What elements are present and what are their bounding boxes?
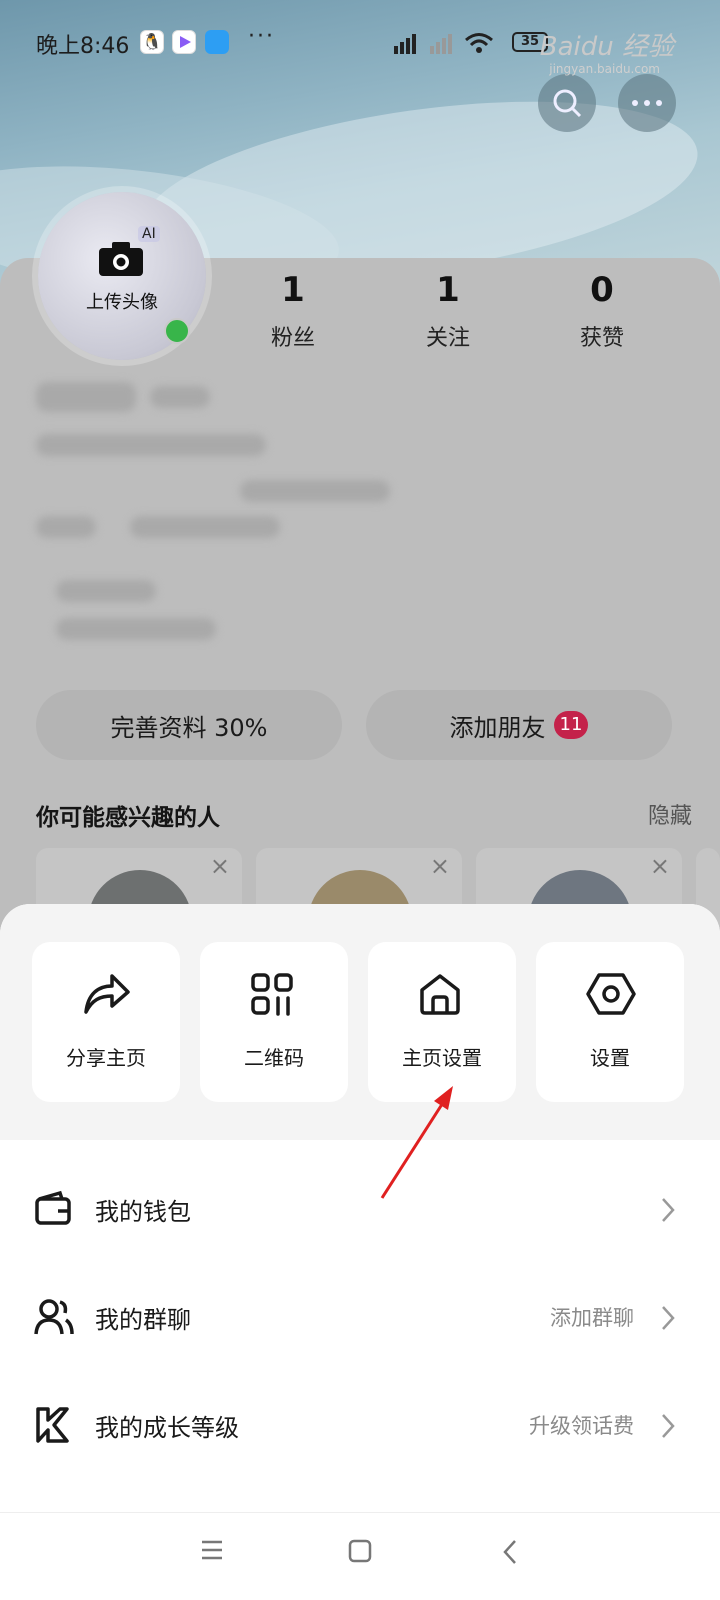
qq-app-icon: 🐧 — [140, 30, 164, 54]
stat-followers[interactable]: 1 粉丝 — [238, 270, 348, 352]
wallet-icon — [35, 1190, 71, 1225]
add-friends-label: 添加朋友 — [449, 713, 546, 742]
signal-weak-icon — [430, 34, 452, 54]
stat-following[interactable]: 1 关注 — [393, 270, 503, 352]
settings-tile[interactable]: 设置 — [536, 942, 684, 1102]
home-icon — [420, 974, 460, 1015]
more-options-button[interactable] — [618, 74, 676, 132]
upload-avatar-label: 上传头像 — [86, 292, 158, 313]
my-group-chats-row[interactable]: 我的群聊 添加群聊 — [0, 1268, 720, 1368]
tile-label: 设置 — [590, 1046, 630, 1070]
stat-value: 1 — [281, 270, 305, 310]
watermark-url: jingyan.baidu.com — [549, 62, 660, 76]
recommend-title: 你可能感兴趣的人 — [36, 805, 220, 831]
row-label: 我的群聊 — [95, 1306, 191, 1334]
search-icon — [553, 89, 582, 118]
homepage-settings-tile[interactable]: 主页设置 — [368, 942, 516, 1102]
wifi-icon — [465, 33, 493, 53]
stat-value: 1 — [436, 270, 460, 310]
video-app-icon — [172, 30, 196, 54]
search-button[interactable] — [538, 74, 596, 132]
row-label: 我的钱包 — [95, 1198, 191, 1226]
qr-code-tile[interactable]: 二维码 — [200, 942, 348, 1102]
more-dots-icon — [632, 100, 662, 106]
my-wallet-row[interactable]: 我的钱包 — [0, 1160, 720, 1260]
system-nav-bar — [0, 1512, 720, 1600]
hexagon-settings-icon — [586, 973, 636, 1015]
row-hint: 添加群聊 — [550, 1306, 634, 1330]
chevron-right-icon — [662, 1198, 675, 1222]
level-k-icon — [36, 1407, 69, 1443]
close-icon[interactable]: × — [430, 852, 450, 880]
camera-icon — [99, 242, 143, 276]
growth-level-row[interactable]: 我的成长等级 升级领话费 — [0, 1376, 720, 1476]
message-app-icon — [205, 30, 229, 54]
profile-panel — [0, 258, 720, 938]
tile-label: 主页设置 — [402, 1046, 482, 1070]
recommend-hide-link[interactable]: 隐藏 — [648, 798, 692, 830]
share-profile-tile[interactable]: 分享主页 — [32, 942, 180, 1102]
tile-label: 二维码 — [244, 1046, 304, 1070]
stat-label: 关注 — [425, 326, 470, 351]
signal-hd-icon — [394, 34, 416, 54]
chevron-right-icon — [662, 1306, 675, 1330]
add-friends-button[interactable]: 添加朋友 11 — [366, 690, 672, 760]
share-icon — [84, 974, 130, 1014]
group-icon — [34, 1299, 74, 1335]
close-icon[interactable]: × — [210, 852, 230, 880]
ai-tag: AI — [138, 226, 160, 242]
online-status-dot — [164, 318, 190, 344]
stat-value: 0 — [590, 270, 614, 310]
qr-code-icon — [251, 973, 293, 1016]
stat-label: 获赞 — [579, 326, 624, 351]
chevron-right-icon — [662, 1414, 675, 1438]
home-square-icon[interactable] — [348, 1539, 372, 1563]
complete-profile-button[interactable]: 完善资料 30% — [36, 690, 342, 760]
row-label: 我的成长等级 — [95, 1414, 239, 1442]
action-sheet: 分享主页 二维码 主页设置 设置 我的钱包 我的群聊 添加群聊 我的成长等级 升… — [0, 904, 720, 1600]
stat-label: 粉丝 — [270, 326, 315, 351]
stat-likes[interactable]: 0 获赞 — [547, 270, 657, 352]
tile-label: 分享主页 — [66, 1046, 146, 1070]
row-hint: 升级领话费 — [529, 1414, 634, 1438]
status-time: 晚上8:46 — [36, 34, 130, 59]
menu-icon[interactable] — [200, 1539, 224, 1561]
watermark-brand: Baidu 经验 — [539, 32, 674, 62]
back-icon[interactable] — [502, 1539, 518, 1565]
friend-request-badge: 11 — [553, 711, 589, 739]
complete-profile-label: 完善资料 30% — [110, 713, 268, 742]
more-notifications-icon: ··· — [248, 24, 275, 49]
close-icon[interactable]: × — [650, 852, 670, 880]
